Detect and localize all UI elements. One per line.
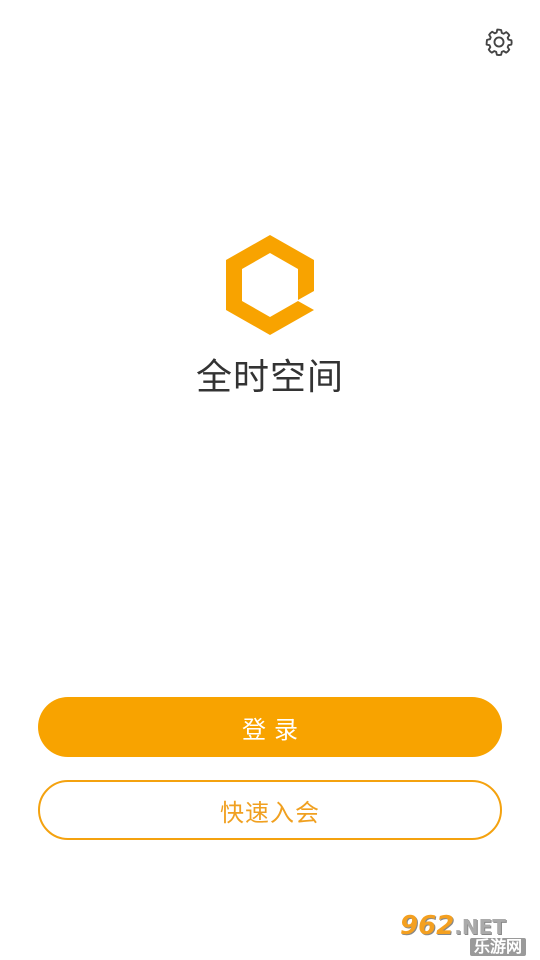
app-title: 全时空间 [195, 357, 344, 398]
hexagon-logo-icon [226, 235, 314, 335]
watermark-number: 962 [400, 911, 455, 941]
quick-join-button[interactable]: 快速入会 [38, 780, 502, 840]
site-watermark: 962.NET 乐游网 [400, 912, 536, 956]
settings-button[interactable] [482, 25, 516, 59]
watermark-site-name: 乐游网 [470, 938, 527, 956]
watermark-suffix: .NET [454, 915, 506, 939]
login-screen: 全时空间 登录 快速入会 962.NET 乐游网 [0, 0, 540, 960]
login-button[interactable]: 登录 [38, 697, 502, 757]
gear-icon [485, 28, 513, 56]
